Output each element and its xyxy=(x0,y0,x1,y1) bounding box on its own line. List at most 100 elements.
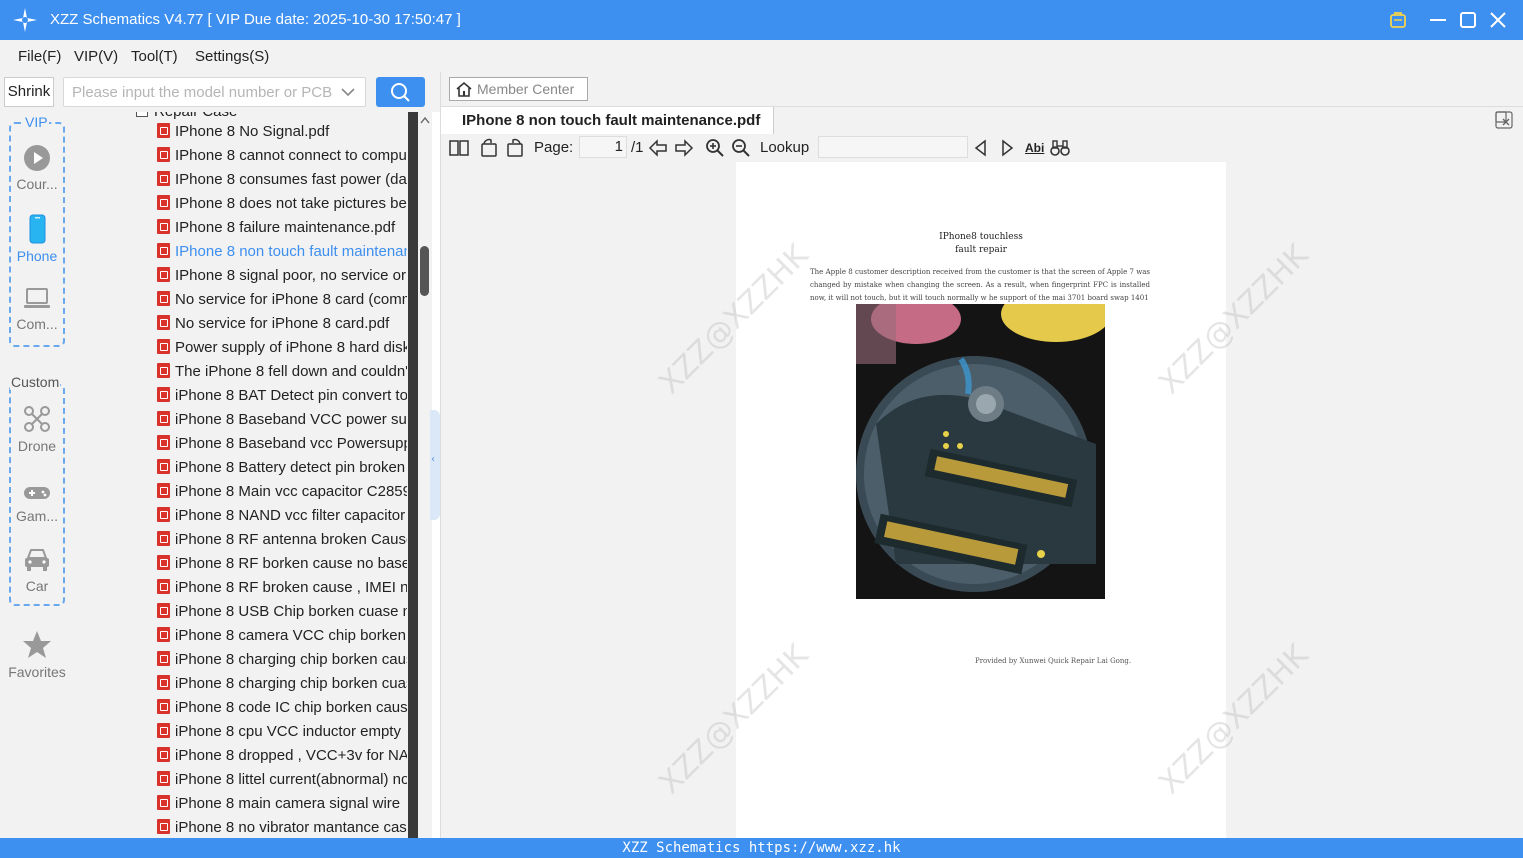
document-footer: Provided by Xunwei Quick Repair Lai Gong… xyxy=(975,657,1132,665)
tree-file-item[interactable]: Power supply of iPhone 8 hard disk xyxy=(157,339,407,363)
zoom-in-icon[interactable] xyxy=(705,138,725,158)
scroll-thumb[interactable] xyxy=(420,246,429,296)
tree-file-label: IPhone 8 signal poor, no service or xyxy=(175,267,406,284)
menu-settings[interactable]: Settings(S) xyxy=(195,48,269,65)
find-prev-icon[interactable] xyxy=(971,138,991,158)
tree-file-item[interactable]: No service for iPhone 8 card (common xyxy=(157,291,407,315)
page-total: /1 xyxy=(631,139,644,156)
tree-file-label: iPhone 8 Battery detect pin broken xyxy=(175,459,406,476)
search-icon xyxy=(391,83,410,102)
collapse-box-icon[interactable] xyxy=(136,112,148,117)
tree-file-item[interactable]: IPhone 8 failure maintenance.pdf xyxy=(157,219,407,243)
window-title: XZZ Schematics V4.77 [ VIP Due date: 202… xyxy=(50,11,461,28)
tree-file-item[interactable]: iPhone 8 charging chip borken cause xyxy=(157,651,407,675)
pdf-file-icon xyxy=(157,627,170,642)
tree-file-label: IPhone 8 does not take pictures because xyxy=(175,195,407,212)
tree-file-item[interactable]: IPhone 8 signal poor, no service or xyxy=(157,267,407,291)
close-button[interactable] xyxy=(1486,8,1510,32)
two-page-view-icon[interactable] xyxy=(449,138,469,158)
next-page-icon[interactable] xyxy=(674,138,694,158)
pdf-file-icon xyxy=(157,603,170,618)
tree-file-item[interactable]: iPhone 8 charging chip borken cuase xyxy=(157,675,407,699)
pdf-file-icon xyxy=(157,675,170,690)
sidebar-item-label: Drone xyxy=(17,438,57,454)
tree-file-item[interactable]: IPhone 8 does not take pictures because xyxy=(157,195,407,219)
tree-file-item[interactable]: iPhone 8 RF broken cause , IMEI null xyxy=(157,579,407,603)
app-logo-icon xyxy=(13,8,37,32)
pdf-file-icon xyxy=(157,195,170,210)
scroll-up-icon[interactable] xyxy=(420,116,430,124)
menu-file[interactable]: File(F) xyxy=(18,48,61,65)
phone-icon xyxy=(29,214,46,244)
tree-file-item[interactable]: iPhone 8 NAND vcc filter capacitor xyxy=(157,507,407,531)
pdf-file-icon xyxy=(157,147,170,162)
menu-tool[interactable]: Tool(T) xyxy=(131,48,178,65)
pdf-toolbar: Page: 1 /1 Lookup Abi xyxy=(441,134,1523,162)
menu-vip[interactable]: VIP(V) xyxy=(74,48,118,65)
tree-file-item[interactable]: iPhone 8 Main vcc capacitor C2859 xyxy=(157,483,407,507)
tree-file-item[interactable]: iPhone 8 Battery detect pin broken xyxy=(157,459,407,483)
tree-file-item[interactable]: iPhone 8 cpu VCC inductor empty xyxy=(157,723,407,747)
sidebar-item-courses[interactable]: Cour... xyxy=(0,144,74,192)
collapse-panel-handle[interactable]: ‹ xyxy=(430,410,440,520)
tree-category[interactable]: Repair Case xyxy=(136,112,237,120)
tree-file-item[interactable]: iPhone 8 no vibrator mantance case xyxy=(157,819,407,838)
tree-file-item[interactable]: IPhone 8 No Signal.pdf xyxy=(157,123,407,147)
tree-file-item[interactable]: IPhone 8 non touch fault maintenance.pdf xyxy=(157,243,407,267)
sidebar-item-favorites[interactable]: Favorites xyxy=(0,630,74,680)
maximize-button[interactable] xyxy=(1456,8,1480,32)
tree-file-item[interactable]: iPhone 8 USB Chip borken cuase no xyxy=(157,603,407,627)
tree-file-item[interactable]: iPhone 8 RF antenna broken Cause xyxy=(157,531,407,555)
tree-file-item[interactable]: The iPhone 8 fell down and couldn't xyxy=(157,363,407,387)
home-icon xyxy=(456,81,472,97)
tree-file-item[interactable]: iPhone 8 camera VCC chip borken xyxy=(157,627,407,651)
shrink-button[interactable]: Shrink xyxy=(4,77,54,107)
tree-file-item[interactable]: iPhone 8 code IC chip borken cause xyxy=(157,699,407,723)
binoculars-icon[interactable] xyxy=(1050,138,1070,158)
pdf-file-icon xyxy=(157,579,170,594)
sidebar-item-phone[interactable]: Phone xyxy=(0,214,74,264)
sidebar-item-computer[interactable]: Com... xyxy=(0,286,74,332)
pdf-file-icon xyxy=(157,171,170,186)
tree-file-item[interactable]: iPhone 8 main camera signal wire xyxy=(157,795,407,819)
model-search-combo[interactable] xyxy=(63,77,366,107)
tree-file-item[interactable]: iPhone 8 RF borken cause no baseband xyxy=(157,555,407,579)
tree-file-item[interactable]: iPhone 8 BAT Detect pin convert to xyxy=(157,387,407,411)
tree-file-item[interactable]: IPhone 8 cannot connect to computer xyxy=(157,147,407,171)
chevron-down-icon[interactable] xyxy=(341,86,355,98)
tree-file-item[interactable]: iPhone 8 Baseband vcc Powersupply xyxy=(157,435,407,459)
tree-file-label: IPhone 8 failure maintenance.pdf xyxy=(175,219,396,236)
document-tabbar: IPhone 8 non touch fault maintenance.pdf xyxy=(441,106,1523,135)
sidebar-item-car[interactable]: Car xyxy=(0,546,74,594)
tree-file-label: iPhone 8 main camera signal wire xyxy=(175,795,401,812)
tree-file-label: iPhone 8 code IC chip borken cause xyxy=(175,699,407,716)
search-input[interactable] xyxy=(72,82,334,102)
prev-page-icon[interactable] xyxy=(648,138,668,158)
find-next-icon[interactable] xyxy=(997,138,1017,158)
match-case-button[interactable]: Abi xyxy=(1025,141,1044,155)
pdf-viewer[interactable]: IPhone8 touchless fault repair The Apple… xyxy=(441,162,1523,838)
sidebar-item-label: Favorites xyxy=(8,664,66,680)
sidebar-item-gaming[interactable]: Gam... xyxy=(0,482,74,524)
rotate-left-icon[interactable] xyxy=(479,138,499,158)
vip-bag-icon[interactable] xyxy=(1386,8,1410,32)
tree-file-item[interactable]: No service for iPhone 8 card.pdf xyxy=(157,315,407,339)
sidebar-item-drone[interactable]: Drone xyxy=(0,404,74,454)
tree-file-label: Power supply of iPhone 8 hard disk xyxy=(175,339,407,356)
tree-file-item[interactable]: iPhone 8 littel current(abnormal) no xyxy=(157,771,407,795)
page-number-input[interactable]: 1 xyxy=(579,136,627,158)
lookup-input[interactable] xyxy=(818,136,968,158)
member-center-button[interactable]: Member Center xyxy=(449,77,588,101)
tree-file-item[interactable]: iPhone 8 dropped , VCC+3v for NAND xyxy=(157,747,407,771)
tree-file-label: IPhone 8 cannot connect to computer xyxy=(175,147,407,164)
zoom-out-icon[interactable] xyxy=(731,138,751,158)
tree-file-label: iPhone 8 charging chip borken cuase xyxy=(175,675,407,692)
tree-file-item[interactable]: iPhone 8 Baseband VCC power supply xyxy=(157,411,407,435)
tree-file-item[interactable]: IPhone 8 consumes fast power (damaged) xyxy=(157,171,407,195)
close-tab-icon[interactable] xyxy=(1495,111,1513,129)
rotate-right-icon[interactable] xyxy=(505,138,525,158)
sidebar-item-label: Cour... xyxy=(16,176,58,192)
minimize-button[interactable] xyxy=(1426,8,1450,32)
search-button[interactable] xyxy=(376,77,425,107)
tab-document[interactable]: IPhone 8 non touch fault maintenance.pdf xyxy=(441,107,774,135)
